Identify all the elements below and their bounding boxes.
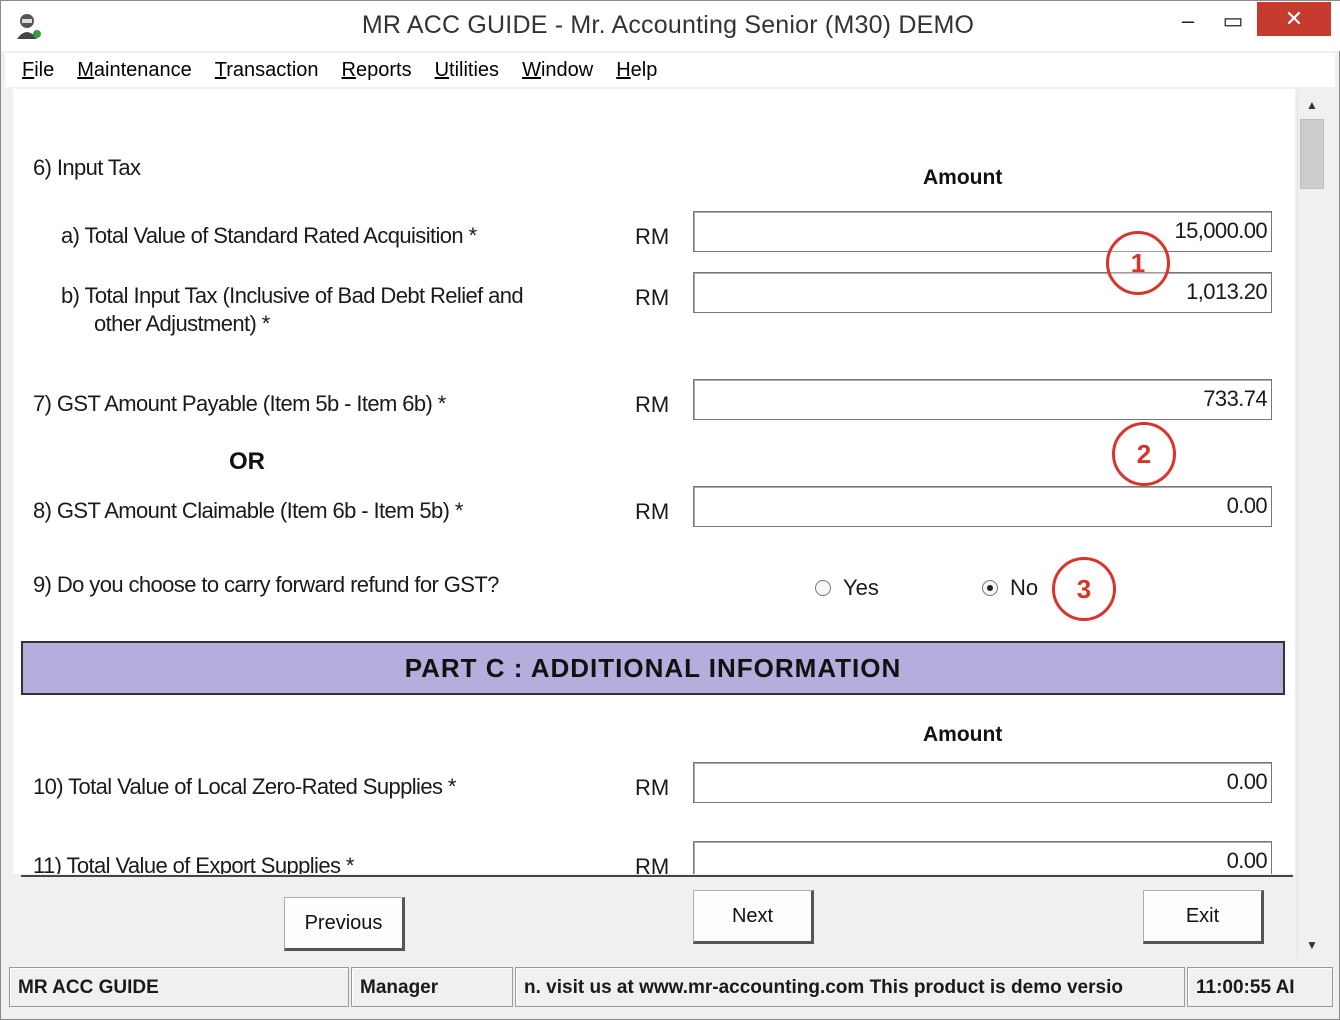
status-clock: 11:00:55 AI <box>1187 967 1333 1007</box>
annotation-marker: 2 <box>1112 422 1176 486</box>
menu-reports[interactable]: Reports <box>342 59 412 82</box>
or-label: OR <box>229 448 265 475</box>
exit-button[interactable]: Exit <box>1143 890 1264 944</box>
item8-field[interactable]: 0.00 <box>693 486 1272 527</box>
form-content: 6) Input Tax Amount a) Total Value of St… <box>13 89 1295 874</box>
menu-file-label: ile <box>34 58 55 81</box>
next-button[interactable]: Next <box>693 890 814 944</box>
menu-help[interactable]: Help <box>616 59 657 82</box>
item8-label: 8) GST Amount Claimable (Item 6b - Item … <box>33 498 463 523</box>
minimize-button[interactable]: – <box>1166 1 1210 41</box>
radio-no-label: No <box>1010 575 1039 600</box>
vertical-scrollbar[interactable]: ▲ ▼ <box>1297 91 1325 959</box>
divider <box>21 875 1293 877</box>
annotation-marker: 1 <box>1106 231 1170 295</box>
close-button[interactable]: ✕ <box>1257 2 1331 36</box>
menu-window[interactable]: Window <box>522 59 593 82</box>
menu-reports-mnemonic: R <box>341 58 356 81</box>
item11-label: 11) Total Value of Export Supplies * <box>33 853 354 874</box>
menu-maintenance-mnemonic: M <box>77 58 94 81</box>
menu-utilities-label: tilities <box>449 58 500 81</box>
item10-field[interactable]: 0.00 <box>693 762 1272 803</box>
status-app: MR ACC GUIDE <box>9 967 349 1007</box>
menu-maintenance[interactable]: Maintenance <box>77 59 192 82</box>
part-c-header: PART C : ADDITIONAL INFORMATION <box>21 641 1285 695</box>
window-title: MR ACC GUIDE - Mr. Accounting Senior (M3… <box>361 11 975 39</box>
menu-file[interactable]: File <box>22 59 54 82</box>
item6b-label-cont: other Adjustment) * <box>94 311 270 336</box>
app-window: MR ACC GUIDE - Mr. Accounting Senior (M3… <box>0 0 1340 1020</box>
currency-label: RM <box>635 499 670 524</box>
menu-bar: File Maintenance Transaction Reports Uti… <box>5 53 1335 87</box>
amount-header: Amount <box>923 166 1003 189</box>
menu-utilities[interactable]: Utilities <box>435 59 499 82</box>
scroll-down-icon[interactable]: ▼ <box>1298 931 1326 959</box>
scroll-up-icon[interactable]: ▲ <box>1298 91 1326 119</box>
radio-no[interactable]: No <box>982 575 1038 601</box>
radio-yes[interactable]: Yes <box>815 575 879 601</box>
maximize-button[interactable]: ▭ <box>1211 1 1255 41</box>
menu-transaction-label: ransaction <box>226 58 319 81</box>
menu-window-mnemonic: W <box>522 58 541 81</box>
currency-label: RM <box>635 854 670 874</box>
currency-label: RM <box>635 224 670 249</box>
amount-header: Amount <box>923 723 1003 746</box>
radio-yes-label: Yes <box>843 575 879 600</box>
menu-help-mnemonic: H <box>616 58 631 81</box>
item10-label: 10) Total Value of Local Zero-Rated Supp… <box>33 774 456 799</box>
item7-field[interactable]: 733.74 <box>693 379 1272 420</box>
item6a-field[interactable]: 15,000.00 <box>693 211 1272 252</box>
item9-label: 9) Do you choose to carry forward refund… <box>33 572 499 597</box>
radio-yes-circle[interactable] <box>815 580 831 596</box>
item6-label: 6) Input Tax <box>33 155 141 180</box>
item11-field[interactable]: 0.00 <box>693 841 1272 874</box>
menu-transaction[interactable]: Transaction <box>215 59 319 82</box>
menu-transaction-mnemonic: T <box>214 58 227 81</box>
currency-label: RM <box>635 775 670 800</box>
previous-button[interactable]: Previous <box>284 897 405 951</box>
item6a-label: a) Total Value of Standard Rated Acquisi… <box>61 223 477 248</box>
menu-window-label: indow <box>540 58 594 81</box>
menu-maintenance-label: aintenance <box>93 58 192 81</box>
annotation-marker: 3 <box>1052 557 1116 621</box>
menu-help-label: elp <box>630 58 658 81</box>
radio-no-circle[interactable] <box>982 580 998 596</box>
menu-utilities-mnemonic: U <box>434 58 450 81</box>
menu-reports-label: eports <box>356 58 412 81</box>
item6b-label: b) Total Input Tax (Inclusive of Bad Deb… <box>61 283 524 308</box>
menu-file-mnemonic: F <box>22 58 35 81</box>
title-bar: MR ACC GUIDE - Mr. Accounting Senior (M3… <box>1 1 1340 51</box>
currency-label: RM <box>635 392 670 417</box>
status-bar: MR ACC GUIDE Manager n. visit us at www.… <box>5 967 1335 1011</box>
item7-label: 7) GST Amount Payable (Item 5b - Item 6b… <box>33 391 446 416</box>
scroll-thumb[interactable] <box>1300 119 1324 189</box>
item6b-field[interactable]: 1,013.20 <box>693 272 1272 313</box>
status-marquee: n. visit us at www.mr-accounting.com Thi… <box>515 967 1185 1007</box>
currency-label: RM <box>635 285 670 310</box>
status-user: Manager <box>351 967 513 1007</box>
